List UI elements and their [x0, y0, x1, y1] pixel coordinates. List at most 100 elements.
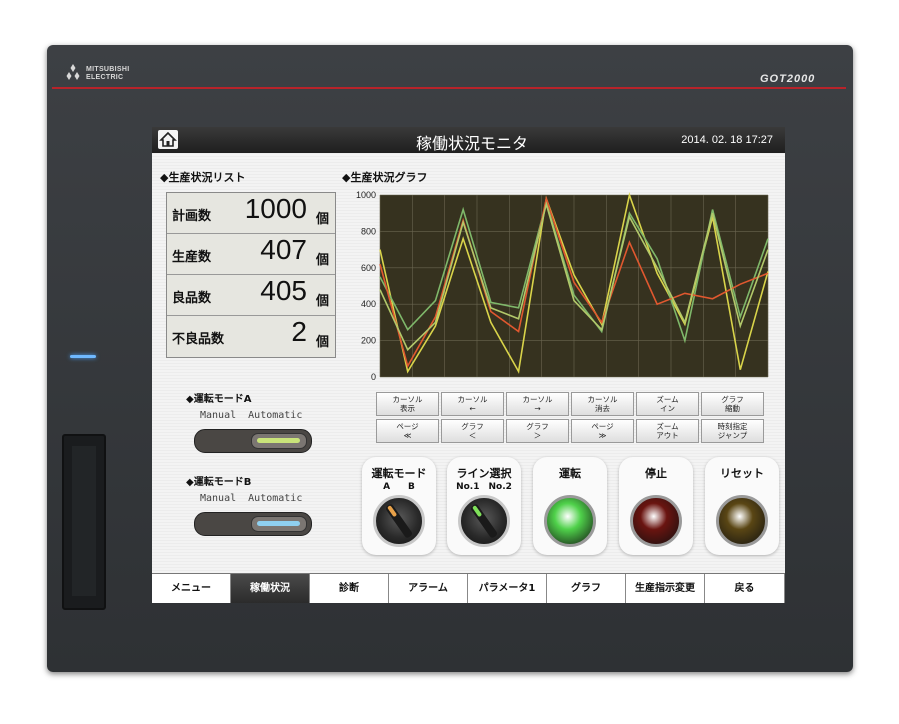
datetime: 2014. 02. 18 17:27 — [681, 134, 773, 146]
graph-button-line1: ページ — [591, 422, 614, 431]
graph-button-line2: ジャンプ — [717, 431, 748, 440]
production-list: 計画数 1000 個 生産数 407 個 良品数 405 個 不良品数 2 個 — [166, 192, 336, 358]
lamp-button[interactable] — [544, 495, 596, 547]
y-tick-label: 800 — [361, 226, 376, 236]
graph-button[interactable]: グラフ 縮動 — [701, 392, 764, 416]
graph-button[interactable]: カーソル ← — [441, 392, 504, 416]
tab-item[interactable]: 戻る — [705, 574, 785, 603]
lamp-button-card[interactable]: 停止 — [619, 457, 693, 555]
row-value: 405 — [260, 275, 307, 306]
row-value: 1000 — [244, 193, 307, 224]
graph-button-line2: ＜ — [468, 431, 477, 440]
mode-a-title: ◆運転モードA — [186, 394, 252, 405]
graph-button[interactable]: カーソル 表示 — [376, 392, 439, 416]
y-tick-label: 600 — [361, 263, 376, 273]
brand-logo: MITSUBISHI ELECTRIC — [64, 62, 154, 86]
chart-svg[interactable]: 0 200 400 600 800 1000 — [344, 187, 774, 387]
selector-switch-card[interactable]: ライン選択 No.1 No.2 — [447, 457, 521, 555]
y-tick-label: 400 — [361, 299, 376, 309]
bottom-tab-bar: メニュー 稼働状況 診断 アラーム パラメータ1 グラフ 生産指示変更 戻る — [152, 573, 785, 603]
selector-knob[interactable] — [458, 495, 510, 547]
selector-knob[interactable] — [373, 495, 425, 547]
mode-b-knob[interactable] — [251, 516, 307, 532]
row-unit: 個 — [315, 212, 329, 227]
mode-b-switch[interactable] — [194, 512, 312, 536]
mode-b-left-label: Manual — [200, 493, 237, 504]
selector-switch-card[interactable]: 運転モード A B — [362, 457, 436, 555]
graph-button[interactable]: ページ ≫ — [571, 419, 634, 443]
graph-button[interactable]: ズーム アウト — [636, 419, 699, 443]
graph-button-line1: カーソル — [457, 395, 488, 404]
graph-button[interactable]: カーソル 消去 — [571, 392, 634, 416]
tab-item[interactable]: メニュー — [152, 574, 231, 603]
graph-button[interactable]: 時刻指定 ジャンプ — [701, 419, 764, 443]
graph-button-line1: カーソル — [522, 395, 553, 404]
row-value: 407 — [260, 234, 307, 265]
row-unit: 個 — [315, 294, 329, 309]
brand-text: MITSUBISHI ELECTRIC — [86, 66, 130, 81]
row-unit: 個 — [315, 335, 329, 350]
control-title: 運転 — [559, 467, 581, 480]
lamp-button[interactable] — [716, 495, 768, 547]
bezel-red-line — [52, 87, 846, 89]
tab-item[interactable]: 診断 — [310, 574, 389, 603]
lamp-button-card[interactable]: リセット — [705, 457, 779, 555]
graph-button-line1: ズーム — [656, 395, 679, 404]
graph-button-line2: アウト — [656, 431, 679, 440]
mode-a-indicator — [257, 438, 300, 443]
mode-a-right-label: Automatic — [248, 410, 303, 421]
graph-button-line1: カーソル — [392, 395, 423, 404]
graph-button-line2: ≫ — [598, 431, 607, 440]
control-title: 停止 — [645, 467, 667, 480]
knob-bar-icon — [386, 504, 412, 538]
knob-bar-icon — [471, 504, 497, 538]
mode-a-switch[interactable] — [194, 429, 312, 453]
graph-button-line2: 縮動 — [725, 404, 740, 413]
graph-button[interactable]: ズーム イン — [636, 392, 699, 416]
row-value: 2 — [291, 316, 307, 347]
row-label: 計画数 — [172, 209, 212, 224]
tab-item[interactable]: アラーム — [389, 574, 468, 603]
mode-b-title: ◆運転モードB — [186, 477, 252, 488]
list-item: 不良品数 2 個 — [167, 316, 335, 356]
tab-item[interactable]: 稼働状況 — [231, 574, 310, 603]
production-list-title: ◆生産状況リスト — [160, 171, 246, 184]
model-label: GOT2000 — [760, 73, 816, 85]
lamp-button[interactable] — [630, 495, 682, 547]
three-diamonds-icon — [66, 64, 80, 80]
mode-a-left-label: Manual — [200, 410, 237, 421]
graph-button-line1: カーソル — [587, 395, 618, 404]
mode-b-indicator — [257, 521, 300, 526]
mode-a-labels: Manual Automatic — [200, 410, 302, 421]
tab-item[interactable]: 生産指示変更 — [626, 574, 705, 603]
home-button[interactable] — [158, 130, 178, 149]
y-tick-label: 200 — [361, 336, 376, 346]
tab-item[interactable]: パラメータ1 — [468, 574, 547, 603]
graph-button-line1: ページ — [396, 422, 419, 431]
y-tick-label: 1000 — [356, 190, 376, 200]
control-title: リセット — [720, 467, 764, 480]
lamp-button-card[interactable]: 運転 — [533, 457, 607, 555]
mode-b-labels: Manual Automatic — [200, 493, 302, 504]
mode-b-right-label: Automatic — [248, 493, 303, 504]
production-chart[interactable]: 0 200 400 600 800 1000 — [344, 187, 774, 387]
list-item: 良品数 405 個 — [167, 275, 335, 316]
graph-button-line1: ズーム — [656, 422, 679, 431]
graph-title: ◆生産状況グラフ — [342, 171, 428, 184]
graph-button[interactable]: ページ ≪ — [376, 419, 439, 443]
graph-button[interactable]: グラフ＞ — [506, 419, 569, 443]
tab-item[interactable]: グラフ — [547, 574, 626, 603]
graph-button-line2: ＞ — [533, 431, 542, 440]
row-label: 不良品数 — [172, 332, 225, 347]
graph-button[interactable]: グラフ＜ — [441, 419, 504, 443]
graph-button[interactable]: カーソル → — [506, 392, 569, 416]
title-bar: 稼働状況モニタ 2014. 02. 18 17:27 — [152, 127, 785, 153]
screen-title: 稼働状況モニタ — [415, 134, 528, 153]
row-unit: 個 — [315, 253, 329, 268]
graph-button-line2: 表示 — [400, 404, 415, 413]
graph-button-line2: 消去 — [595, 404, 610, 413]
row-label: 生産数 — [172, 250, 212, 265]
mode-a-knob[interactable] — [251, 433, 307, 449]
row-label: 良品数 — [172, 291, 212, 306]
control-subtitle: No.1 No.2 — [456, 482, 512, 492]
